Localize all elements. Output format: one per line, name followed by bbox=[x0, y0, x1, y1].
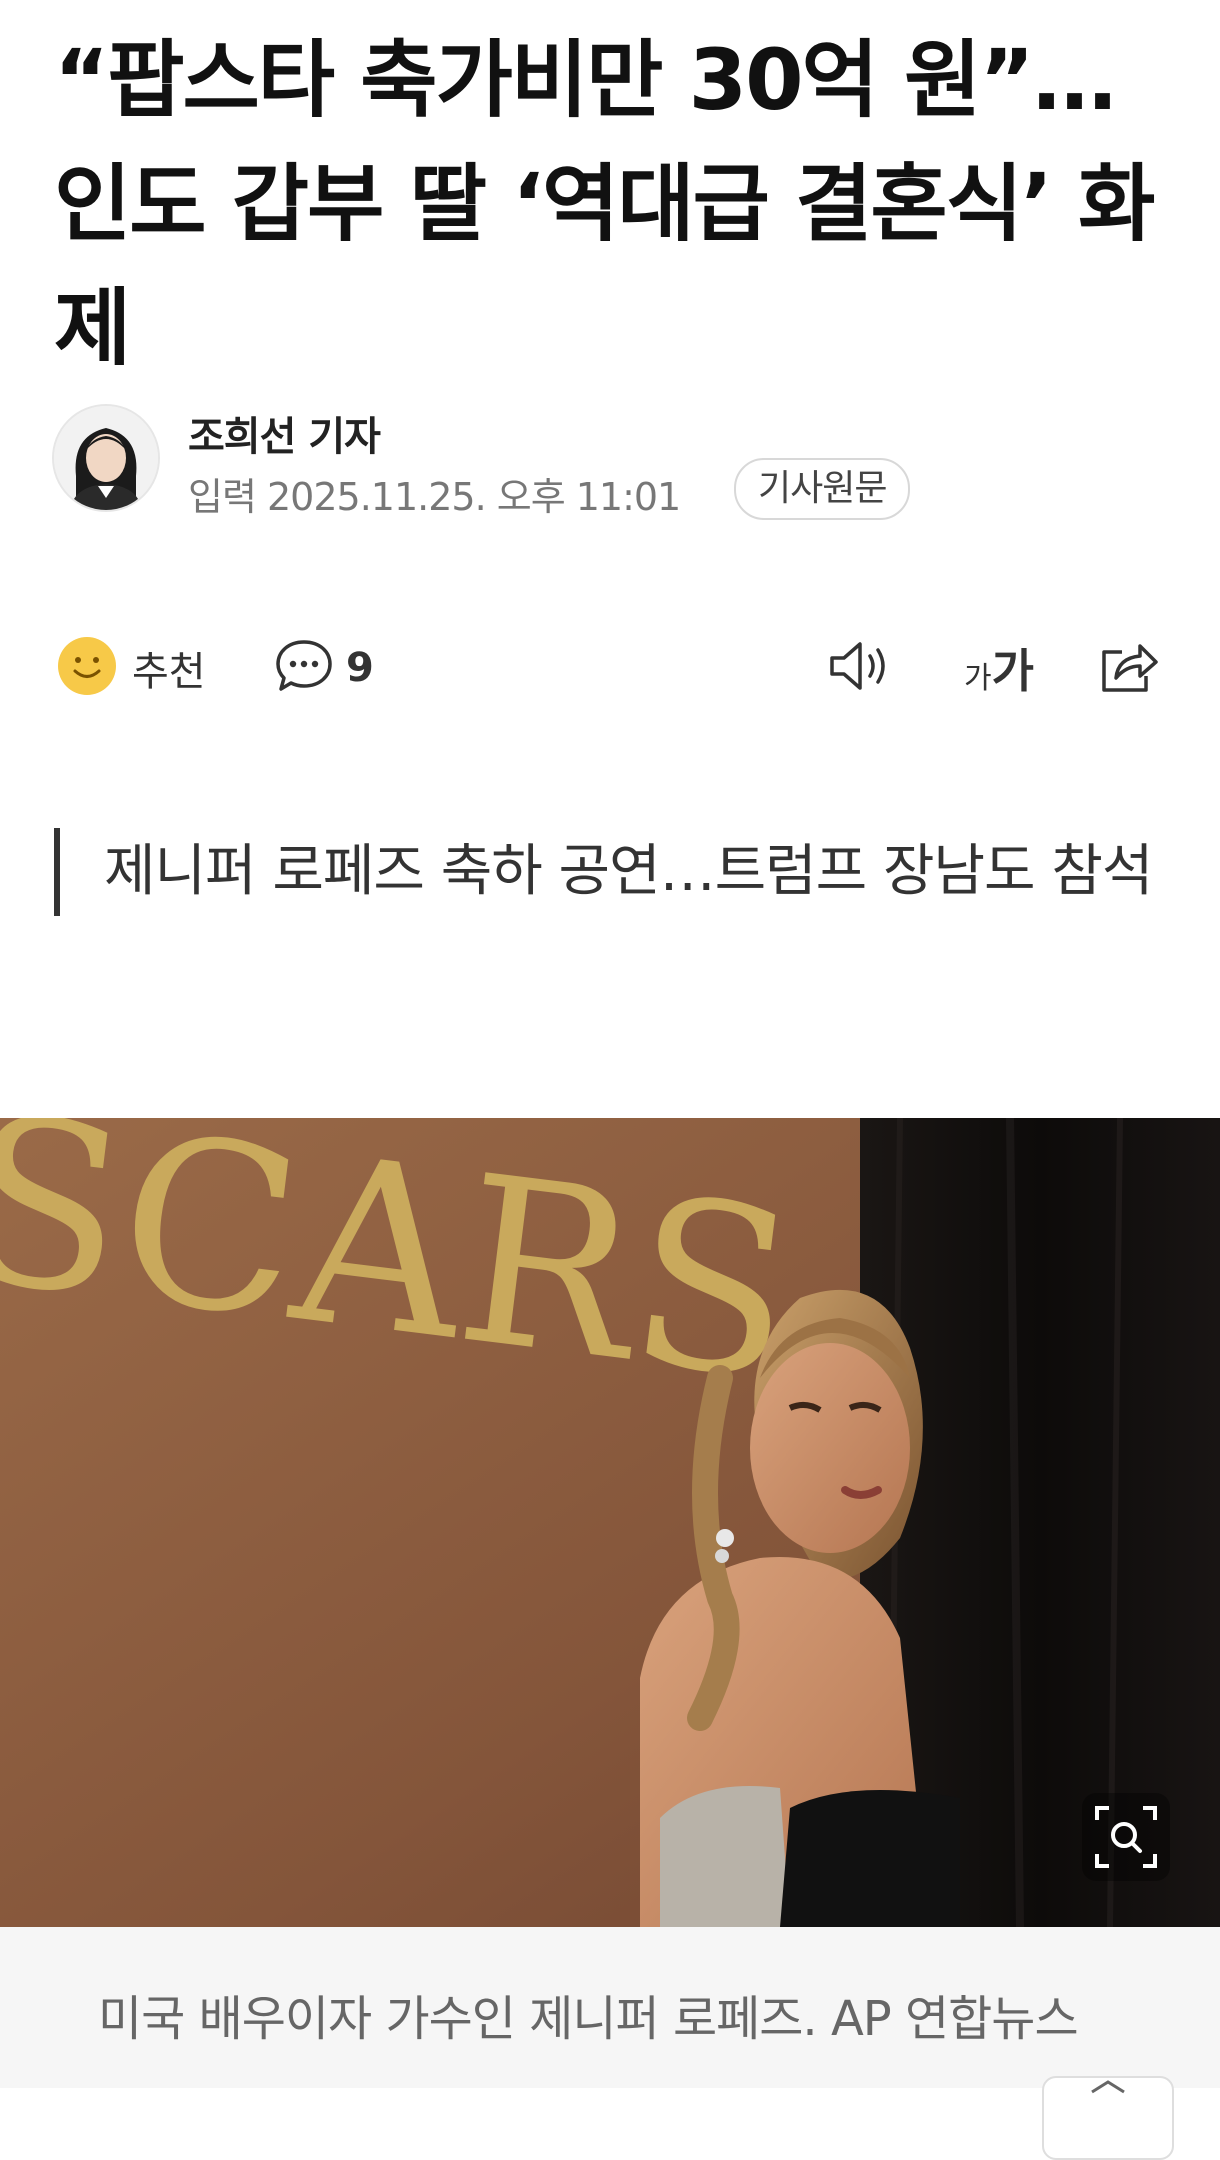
font-size-button[interactable]: 가 가 bbox=[964, 628, 1034, 708]
publish-datetime: 입력 2025.11.25. 오후 11:01 bbox=[188, 475, 681, 519]
original-article-button[interactable]: 기사원문 bbox=[734, 458, 911, 520]
photo-caption: 미국 배우이자 가수인 제니퍼 로페즈. AP 연합뉴스 bbox=[98, 1991, 1079, 2047]
tts-button[interactable] bbox=[826, 628, 892, 708]
article-headline: “팝스타 축가비만 30억 원”…인도 갑부 딸 ‘역대급 결혼식’ 화제 bbox=[54, 31, 1155, 377]
photo-caption-area: 미국 배우이자 가수인 제니퍼 로페즈. AP 연합뉴스 bbox=[0, 1927, 1220, 2088]
article-photo[interactable]: SCARS bbox=[0, 1118, 1220, 1927]
share-icon bbox=[1096, 636, 1162, 700]
smile-icon bbox=[56, 635, 118, 701]
arrow-up-icon bbox=[1091, 2080, 1125, 2094]
action-bar: 추천 9 가 가 bbox=[56, 628, 1166, 708]
photo-zoom-button[interactable] bbox=[1082, 1793, 1170, 1881]
recommend-button[interactable]: 추천 bbox=[56, 628, 206, 708]
font-size-small-label: 가 bbox=[964, 661, 992, 696]
comment-count: 9 bbox=[346, 645, 374, 691]
zoom-icon bbox=[1093, 1804, 1159, 1870]
comment-icon bbox=[274, 636, 334, 700]
scroll-top-button[interactable] bbox=[1042, 2076, 1174, 2160]
recommend-label: 추천 bbox=[132, 649, 206, 695]
share-button[interactable] bbox=[1096, 628, 1162, 708]
reporter-name[interactable]: 조희선 기자 bbox=[188, 404, 381, 462]
article-subtitle: 제니퍼 로페즈 축하 공연…트럼프 장남도 참석 bbox=[54, 828, 1184, 916]
byline: 조희선 기자 입력 2025.11.25. 오후 11:01 기사원문 bbox=[52, 404, 1172, 520]
font-size-large-label: 가 bbox=[991, 644, 1034, 698]
reporter-avatar[interactable] bbox=[52, 404, 160, 512]
comment-button[interactable]: 9 bbox=[274, 628, 374, 708]
speaker-icon bbox=[826, 636, 892, 700]
